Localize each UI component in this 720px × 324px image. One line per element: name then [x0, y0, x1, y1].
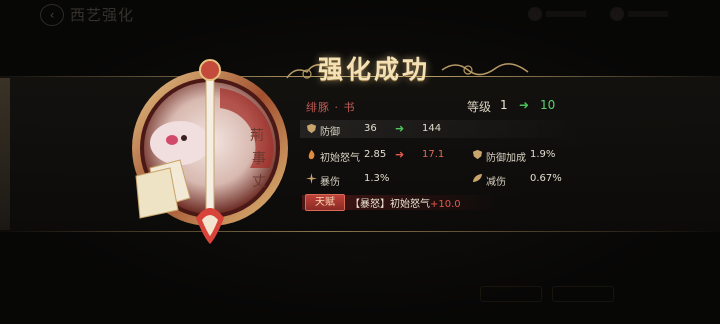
banner-bottom-line [0, 231, 720, 232]
success-title: 强化成功 [318, 55, 431, 84]
talent-tag: 天赋 [305, 194, 345, 211]
stat-label: 防御加成 [486, 153, 526, 164]
stat-value: 1.3% [364, 173, 390, 184]
stat-value: 1.9% [530, 149, 556, 160]
level-to: 10 [540, 98, 556, 112]
stat-label: 暴伤 [320, 177, 340, 188]
up-arrow-icon: ➜ [395, 148, 405, 161]
stat-to: 17.1 [422, 149, 445, 160]
stat-label: 防御 [320, 127, 340, 138]
stat-to: 144 [422, 123, 442, 134]
svg-text:丈: 丈 [252, 174, 266, 190]
stat-label: 减伤 [486, 177, 506, 188]
talent-description: 【暴怒】初始怒气+10.0 [350, 195, 461, 210]
svg-text:事: 事 [252, 151, 266, 167]
stat-from: 2.85 [364, 149, 387, 160]
talent-text: 【暴怒】初始怒气 [350, 199, 430, 210]
cloud-ornament-right-icon [441, 63, 529, 76]
stat-value: 0.67% [530, 173, 562, 184]
stat-from: 36 [364, 123, 377, 134]
talent-bonus: +10.0 [430, 199, 461, 210]
banner-left-edge [0, 78, 10, 230]
leaf-icon [472, 173, 483, 183]
up-arrow-icon: ➜ [395, 122, 405, 135]
shield-icon [306, 123, 317, 134]
stat-label: 初始怒气 [320, 153, 360, 164]
level-label: 等级 [467, 100, 492, 114]
stat-row-defense: 防御 36 ➜ 144 [300, 120, 580, 138]
level-up-arrow-icon: ➜ [519, 98, 530, 112]
burst-icon [306, 173, 317, 184]
character-portrait: 荊 事 丈 [132, 59, 288, 244]
stat-row-rage: 初始怒气 2.85 ➜ 17.1 防御加成 1.9% [300, 146, 580, 164]
character-name: 绯豚 · 书 [306, 101, 356, 114]
svg-text:荊: 荊 [250, 128, 264, 144]
level-from: 1 [500, 98, 508, 112]
flame-icon [308, 149, 315, 160]
shield-plus-icon [472, 149, 483, 160]
stat-row-crit: 暴伤 1.3% 减伤 0.67% [300, 170, 580, 188]
